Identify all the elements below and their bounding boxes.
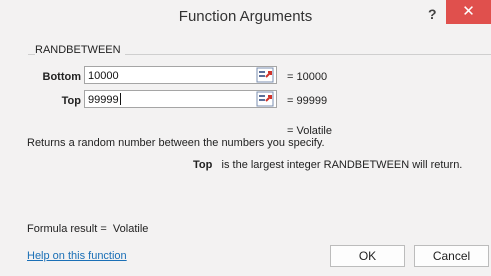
title-bar: Function Arguments ? ✕ [0,0,491,32]
top-result: = 99999 [287,95,328,107]
function-description: Returns a random number between the numb… [27,137,325,149]
top-label: Top [61,95,81,107]
ok-button[interactable]: OK [330,245,405,267]
collapse-dialog-icon[interactable] [256,91,274,107]
top-result-value: 99999 [296,95,328,107]
help-icon[interactable]: ? [428,6,437,22]
dialog-title: Function Arguments [178,8,313,25]
text-caret [119,93,121,105]
close-button[interactable]: ✕ [446,0,491,24]
help-on-function-link[interactable]: Help on this function [27,250,127,262]
bottom-input-value: 10000 [88,70,119,82]
bottom-input[interactable]: 10000 [84,66,277,84]
argument-help-text: is the largest integer RANDBETWEEN will … [221,159,463,171]
function-name: RANDBETWEEN [35,44,125,56]
formula-result-label: Formula result = [27,223,107,235]
top-input-value: 99999 [88,94,119,106]
function-result: = Volatile [287,125,332,137]
function-result-value: Volatile [296,125,332,137]
argument-help: Top is the largest integer RANDBETWEEN w… [193,159,462,171]
cancel-button[interactable]: Cancel [414,245,489,267]
bottom-result: = 10000 [287,71,328,83]
formula-result-value: Volatile [112,223,149,235]
bottom-label: Bottom [42,71,82,83]
argument-help-name: Top [193,159,213,171]
formula-result: Formula result = Volatile [27,223,148,235]
collapse-dialog-icon[interactable] [256,67,274,83]
top-input[interactable]: 99999 [84,90,277,108]
bottom-result-value: 10000 [296,71,328,83]
